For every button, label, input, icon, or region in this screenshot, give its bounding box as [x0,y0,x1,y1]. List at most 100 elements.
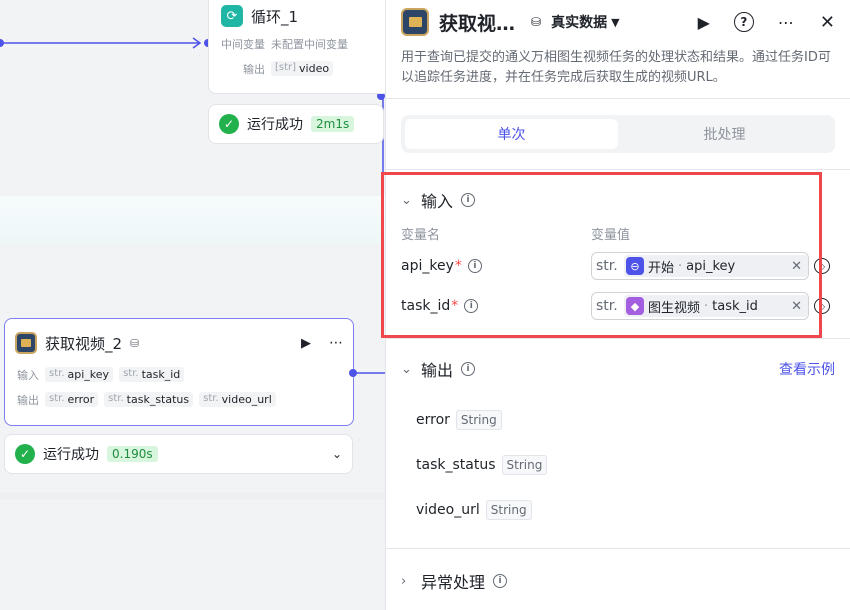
ref-source: 开始 [648,260,675,276]
type-label: str. [596,258,618,274]
chevron-right-icon: › [401,573,407,589]
status-text: 运行成功 [247,117,303,133]
video-output-port[interactable] [349,369,357,377]
loop-node-title: 循环_1 [251,7,299,26]
database-icon: ⛁ [130,336,140,350]
api-key-value-field[interactable]: str. ⊖ 开始 · api_key ✕ ◇ [591,252,830,280]
input-columns: 变量名 变量值 [386,220,850,246]
loop-icon: ⟳ [221,5,243,27]
data-mode-select[interactable]: 真实数据 ▼ [551,12,619,32]
video-node-title: 获取视频_2 [45,334,123,353]
divider [386,548,850,549]
variable-mode-icon[interactable]: ◇ [814,298,830,314]
output-type: String [485,499,532,520]
input-var-name: task_id * i [401,298,591,314]
more-icon[interactable]: ⋯ [329,335,343,351]
panel-header: 获取视… ⛁ 真实数据 ▼ ▶ ? ⋯ ✕ [386,0,850,44]
start-node-icon: ⊖ [626,257,644,275]
run-mode-tabs: 单次 批处理 [401,115,835,153]
output-tag: str. video_url [199,392,276,407]
output-name: error [416,411,450,428]
output-row: error String [386,397,850,442]
out-label: 输出 [243,62,265,76]
status-time: 0.190s [107,446,158,462]
variable-mode-icon[interactable]: ◇ [814,258,830,274]
chevron-down-icon: ⌄ [401,361,412,377]
more-icon[interactable]: ⋯ [778,13,794,32]
col-value: 变量值 [591,227,631,243]
status-text: 运行成功 [43,447,99,463]
input-section-title: 输入 [421,192,454,211]
variable-ref-chip[interactable]: ◆ 图生视频 · task_id ✕ [624,295,808,317]
output-section-title: 输出 [421,361,454,380]
view-example-link[interactable]: 查看示例 [779,359,835,379]
divider [386,98,850,99]
output-row: task_status String [386,442,850,487]
info-icon[interactable]: i [461,193,476,207]
ref-var: api_key [686,258,736,274]
output-section-header[interactable]: ⌄ 输出 i 查看示例 [386,349,850,389]
success-check-icon: ✓ [219,114,239,134]
output-type: String [501,454,548,475]
mid-label: 中间变量 [221,37,265,51]
video-inputs: 输入 str. api_key str. task_id [5,362,353,387]
input-tag: str. task_id [119,367,185,382]
loop-output: 输出 [str] video [209,56,385,81]
close-icon[interactable]: ✕ [820,12,835,33]
run-icon[interactable]: ▶ [301,336,311,351]
output-type: String [455,409,502,430]
node-config-panel: 获取视… ⛁ 真实数据 ▼ ▶ ? ⋯ ✕ 用于查询已提交的通义万相图生视频任务的… [385,0,850,610]
chevron-down-icon: ⌄ [401,192,412,208]
input-tag: str. api_key [45,367,114,382]
database-icon: ⛁ [531,15,542,29]
tab-batch[interactable]: 批处理 [618,119,831,149]
video-node[interactable]: 获取视频_2 ⛁ ▶ ⋯ 输入 str. api_key str. task_id … [4,318,354,426]
divider [386,338,850,339]
info-icon[interactable]: i [461,362,476,376]
loop-output-tag: [str] video [271,61,334,76]
success-check-icon: ✓ [15,444,35,464]
output-tag: str. task_status [104,392,194,407]
output-name: task_status [416,456,496,473]
loop-status[interactable]: ✓ 运行成功 2m1s [208,104,384,144]
in-label: 输入 [17,368,39,382]
help-icon[interactable]: ? [733,12,754,32]
loop-node[interactable]: ⟳ 循环_1 中间变量 未配置中间变量 输出 [str] video [208,0,385,94]
loop-mid-var: 中间变量 未配置中间变量 [209,31,385,56]
type-label: str. [596,298,618,314]
status-time: 2m1s [311,116,355,132]
input-var-name: api_key * i [401,258,591,274]
caret-down-icon: ▼ [611,15,620,29]
panel-title: 获取视… [439,12,516,35]
info-icon[interactable]: i [493,574,508,588]
panel-description: 用于查询已提交的通义万相图生视频任务的处理状态和结果。通过任务ID可以追踪任务进… [401,50,831,85]
video-status[interactable]: ✓ 运行成功 0.190s ⌄ [4,434,353,474]
ref-source: 图生视频 [648,300,701,316]
video-node-icon [15,332,37,354]
info-icon[interactable]: i [467,259,482,273]
panel-node-icon [401,8,429,36]
clear-icon[interactable]: ✕ [791,259,802,274]
video-outputs: 输出 str. error str. task_status str. video_u… [5,387,353,412]
output-name: video_url [416,501,480,518]
video-node-header: 获取视频_2 ⛁ ▶ ⋯ [5,329,353,357]
mid-value: 未配置中间变量 [271,37,348,51]
info-icon[interactable]: i [464,299,479,313]
tab-single[interactable]: 单次 [405,119,618,149]
task-id-value-field[interactable]: str. ◆ 图生视频 · task_id ✕ ◇ [591,292,830,320]
out-label: 输出 [17,393,39,407]
exception-section-header[interactable]: › 异常处理 i [386,561,850,601]
clear-icon[interactable]: ✕ [791,299,802,314]
workflow-canvas[interactable]: ⟳ 循环_1 中间变量 未配置中间变量 输出 [str] video ✓ 运行成功… [0,0,385,610]
chevron-down-icon[interactable]: ⌄ [332,447,342,461]
output-row: video_url String [386,487,850,532]
variable-ref-chip[interactable]: ⊖ 开始 · api_key ✕ [624,255,808,277]
input-section-header[interactable]: ⌄ 输入 i [386,180,850,220]
divider [386,169,850,170]
exception-section-title: 异常处理 [421,573,486,592]
cube-icon: ◆ [626,297,644,315]
output-tag: str. error [45,392,99,407]
run-icon[interactable]: ▶ [698,13,710,32]
col-name: 变量名 [401,227,441,243]
loop-node-header: ⟳ 循环_1 [209,1,385,31]
